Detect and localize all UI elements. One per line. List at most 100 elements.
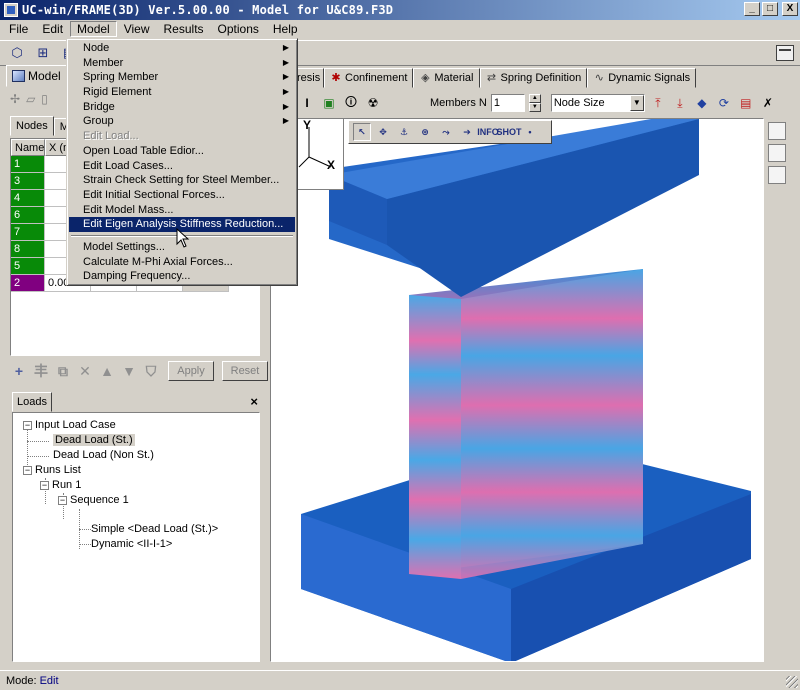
close-icon[interactable]: × xyxy=(250,394,258,409)
export-icon[interactable]: ⤒ xyxy=(649,94,667,112)
node-name[interactable]: 2 xyxy=(11,275,45,292)
menu-item-model-mass[interactable]: Edit Model Mass... xyxy=(69,203,295,218)
menu-item-spring-member[interactable]: Spring Member ▶ xyxy=(69,70,295,85)
menu-results[interactable]: Results xyxy=(157,21,211,37)
info-tool-button[interactable]: INFO xyxy=(477,123,499,141)
node-name[interactable]: 8 xyxy=(11,241,45,258)
menu-view[interactable]: View xyxy=(117,21,157,37)
tree-item-run-1[interactable]: − Run 1 xyxy=(40,479,81,491)
save-view-icon[interactable] xyxy=(768,122,786,140)
add-item-icon[interactable] xyxy=(768,166,786,184)
menu-options[interactable]: Options xyxy=(211,21,266,37)
render-icon[interactable]: ◆ xyxy=(693,94,711,112)
members-number-input[interactable]: 1 xyxy=(490,94,525,112)
tree-item-sequence-1[interactable]: − Sequence 1 xyxy=(58,494,129,506)
import-icon[interactable]: ⤓ xyxy=(671,94,689,112)
list-icon[interactable] xyxy=(768,144,786,162)
shot-tool-button[interactable]: SHOT xyxy=(497,123,522,141)
app-icon[interactable] xyxy=(4,3,18,17)
menu-item-strain-check[interactable]: Strain Check Setting for Steel Member... xyxy=(69,173,295,188)
spin-down-icon[interactable]: ▼ xyxy=(528,103,541,112)
menu-item-group[interactable]: Group ▶ xyxy=(69,114,295,129)
cursor-icon[interactable]: ↖ xyxy=(353,123,371,141)
add-row-icon[interactable]: + xyxy=(10,362,28,380)
tab-model[interactable]: Model xyxy=(6,65,67,87)
menu-model[interactable]: Model xyxy=(70,21,117,37)
3d-viewport[interactable] xyxy=(270,118,764,662)
header-name[interactable]: Name xyxy=(11,139,45,156)
rotate-view-icon[interactable]: ✥ xyxy=(374,123,392,141)
measure-icon[interactable]: ⤳ xyxy=(437,123,455,141)
menu-item-bridge[interactable]: Bridge ▶ xyxy=(69,100,295,115)
move-icon[interactable]: ✢ xyxy=(10,92,20,112)
menu-item-rigid-element[interactable]: Rigid Element ▶ xyxy=(69,85,295,100)
tab-confinement[interactable]: ✱ Confinement xyxy=(324,68,414,88)
tab-loads[interactable]: Loads xyxy=(12,392,52,412)
pier-model[interactable] xyxy=(271,119,764,662)
loads-tree[interactable]: − Input Load Case Dead Load (St.) Dead L… xyxy=(12,412,260,662)
reset-button[interactable]: Reset xyxy=(222,361,268,381)
collapse-icon[interactable]: − xyxy=(23,420,32,430)
node-name[interactable]: 1 xyxy=(11,156,45,173)
section-icon[interactable]: I xyxy=(298,94,316,112)
close-button[interactable]: X xyxy=(782,2,798,16)
filter-icon[interactable]: ⛉ xyxy=(142,362,160,380)
column-face[interactable] xyxy=(461,269,643,579)
plane-icon[interactable]: ⏥ xyxy=(26,92,35,112)
menu-item-m-phi-axial[interactable]: Calculate M-Phi Axial Forces... xyxy=(69,255,295,270)
node-name[interactable]: 4 xyxy=(11,190,45,207)
minimize-button[interactable]: _ xyxy=(744,2,760,16)
chevron-down-icon[interactable]: ▼ xyxy=(629,95,644,111)
node-name[interactable]: 3 xyxy=(11,173,45,190)
info-icon[interactable]: 🛈 xyxy=(342,94,360,112)
tab-material[interactable]: ◈ Material xyxy=(413,68,480,88)
menu-item-damping-frequency[interactable]: Damping Frequency... xyxy=(69,269,295,284)
move-down-icon[interactable]: ▼ xyxy=(120,362,138,380)
panel-toggle-icon[interactable] xyxy=(776,45,794,61)
pan-icon[interactable]: ⚓ xyxy=(395,123,413,141)
copy-row-icon[interactable]: ⧉ xyxy=(54,362,72,380)
spin-up-icon[interactable]: ▲ xyxy=(528,94,541,103)
node-name[interactable]: 6 xyxy=(11,207,45,224)
tab-dynamic-signals[interactable]: ∿ Dynamic Signals xyxy=(587,68,697,88)
menu-file[interactable]: File xyxy=(2,21,35,37)
add-node-icon[interactable]: ⊞ xyxy=(32,42,54,64)
insert-row-icon[interactable]: 丰 xyxy=(32,362,50,380)
tree-item-dead-load-nonst[interactable]: Dead Load (Non St.) xyxy=(53,449,154,461)
menu-item-initial-forces[interactable]: Edit Initial Sectional Forces... xyxy=(69,188,295,203)
apply-button[interactable]: Apply xyxy=(168,361,214,381)
menu-item-edit-load-cases[interactable]: Edit Load Cases... xyxy=(69,159,295,174)
node-name[interactable]: 7 xyxy=(11,224,45,241)
tab-spring-definition[interactable]: ⇄ Spring Definition xyxy=(479,68,588,88)
maximize-button[interactable]: □ xyxy=(762,2,778,16)
menu-help[interactable]: Help xyxy=(266,21,305,37)
arrow-icon[interactable]: ➔ xyxy=(458,123,476,141)
resize-grip-icon[interactable] xyxy=(786,676,798,688)
tree-item-dead-load-st[interactable]: Dead Load (St.) xyxy=(53,434,135,446)
collapse-icon[interactable]: − xyxy=(40,480,49,490)
menu-item-member[interactable]: Member ▶ xyxy=(69,56,295,71)
move-up-icon[interactable]: ▲ xyxy=(98,362,116,380)
rotate-icon[interactable]: ⟳ xyxy=(715,94,733,112)
new-model-icon[interactable]: ⬡ xyxy=(6,42,28,64)
node-size-select[interactable]: Node Size ▼ xyxy=(550,94,645,112)
dot-icon[interactable]: • xyxy=(521,123,539,141)
column-front[interactable] xyxy=(409,295,461,579)
delete-icon[interactable]: ▯ xyxy=(41,92,48,112)
collapse-icon[interactable]: − xyxy=(23,465,32,475)
radiation-icon[interactable]: ☢ xyxy=(364,94,382,112)
tab-nodes[interactable]: Nodes xyxy=(10,116,54,136)
menu-item-open-load-table[interactable]: Open Load Table Edior... xyxy=(69,144,295,159)
delete-row-icon[interactable]: ✕ xyxy=(76,362,94,380)
menu-item-node[interactable]: Node ▶ xyxy=(69,41,295,56)
members-spinner[interactable]: ▲ ▼ xyxy=(528,94,541,112)
menu-edit[interactable]: Edit xyxy=(35,21,70,37)
image-icon[interactable]: ▣ xyxy=(320,94,338,112)
tree-item-runs-list[interactable]: − Runs List xyxy=(23,464,81,476)
tree-item-simple[interactable]: Simple <Dead Load (St.)> xyxy=(91,523,218,535)
tree-item-dynamic[interactable]: Dynamic <II-I-1> xyxy=(91,538,172,550)
chart-icon[interactable]: ▤ xyxy=(737,94,755,112)
tree-item-input-load-case[interactable]: − Input Load Case xyxy=(23,419,116,431)
collapse-icon[interactable]: − xyxy=(58,495,67,505)
node-name[interactable]: 5 xyxy=(11,258,45,275)
